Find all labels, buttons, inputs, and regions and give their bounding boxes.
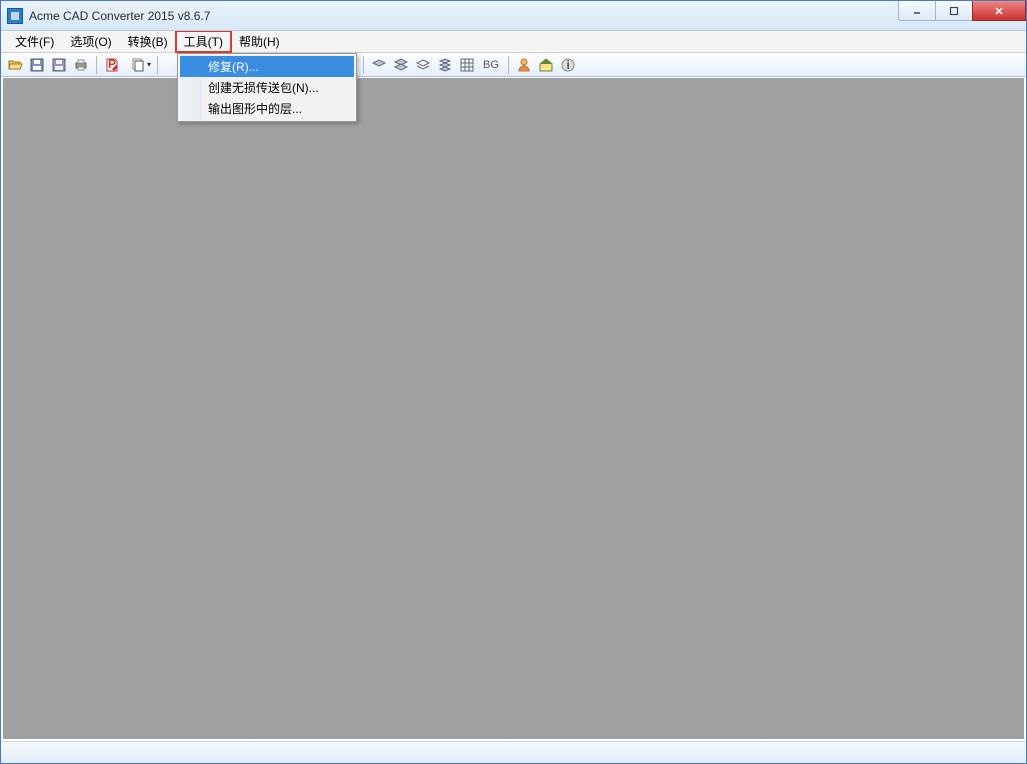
bg-button[interactable]: BG (479, 55, 503, 75)
menu-item-export-layers[interactable]: 输出图形中的层... (180, 98, 354, 119)
svg-text:i: i (567, 58, 570, 72)
pdf-button[interactable]: P (102, 55, 122, 75)
open-folder-icon (7, 57, 23, 73)
open-button[interactable] (5, 55, 25, 75)
grid-icon (459, 57, 475, 73)
menu-options[interactable]: 选项(O) (62, 31, 119, 52)
maximize-button[interactable] (935, 1, 973, 21)
menu-item-create-package[interactable]: 创建无损传送包(N)... (180, 77, 354, 98)
statusbar (1, 741, 1026, 763)
save-as-icon (51, 57, 67, 73)
window-title: Acme CAD Converter 2015 v8.6.7 (29, 9, 210, 23)
bg-label: BG (483, 59, 499, 71)
pdf-icon: P (104, 57, 120, 73)
workspace (2, 78, 1025, 740)
layer-alt-icon (415, 57, 431, 73)
home-button[interactable] (536, 55, 556, 75)
layer-button-4[interactable] (435, 55, 455, 75)
home-icon (538, 57, 554, 73)
info-button[interactable]: i (558, 55, 578, 75)
layer-icon (371, 57, 387, 73)
info-icon: i (560, 57, 576, 73)
window-controls (899, 1, 1026, 21)
menu-help[interactable]: 帮助(H) (231, 31, 288, 52)
user-button[interactable] (514, 55, 534, 75)
menubar: 文件(F) 选项(O) 转换(B) 工具(T) 帮助(H) (1, 31, 1026, 53)
titlebar: Acme CAD Converter 2015 v8.6.7 (1, 1, 1026, 31)
toolbar-separator (363, 56, 364, 74)
close-button[interactable] (972, 1, 1026, 21)
tools-dropdown-menu: 修复(R)... 创建无损传送包(N)... 输出图形中的层... (177, 53, 357, 122)
print-icon (73, 57, 89, 73)
toolbar-separator (157, 56, 158, 74)
layer-button-2[interactable] (391, 55, 411, 75)
layer-stack-icon (393, 57, 409, 73)
layer-button-1[interactable] (369, 55, 389, 75)
user-icon (516, 57, 532, 73)
minimize-button[interactable] (898, 1, 936, 21)
layer-multi-icon (437, 57, 453, 73)
grid-button[interactable] (457, 55, 477, 75)
layer-button-3[interactable] (413, 55, 433, 75)
toolbar: P BG i (1, 53, 1026, 77)
copy-icon (130, 57, 146, 73)
menu-convert[interactable]: 转换(B) (120, 31, 176, 52)
save-button[interactable] (27, 55, 47, 75)
toolbar-separator (96, 56, 97, 74)
print-button[interactable] (71, 55, 91, 75)
save-icon (29, 57, 45, 73)
app-icon (7, 8, 23, 24)
app-window: Acme CAD Converter 2015 v8.6.7 文件(F) 选项(… (0, 0, 1027, 764)
copy-dropdown-button[interactable] (124, 55, 152, 75)
menu-item-repair[interactable]: 修复(R)... (180, 56, 354, 77)
menu-tools[interactable]: 工具(T) (175, 30, 232, 53)
save-as-button[interactable] (49, 55, 69, 75)
toolbar-separator (508, 56, 509, 74)
menu-file[interactable]: 文件(F) (7, 31, 62, 52)
